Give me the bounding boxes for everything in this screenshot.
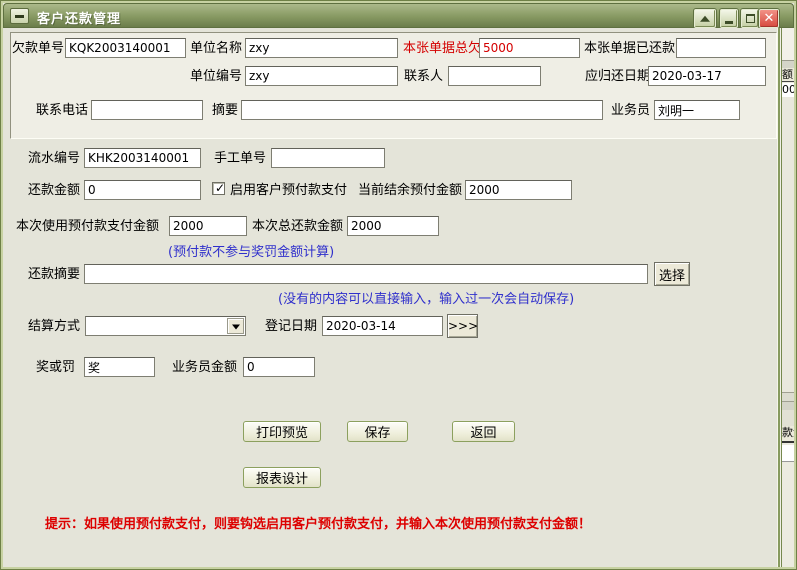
salesman-label: 业务员 (611, 104, 650, 118)
summary-input[interactable] (241, 100, 603, 120)
dropdown-button[interactable] (227, 318, 244, 334)
prepay-used-label: 本次使用预付款支付金额 (16, 220, 159, 234)
title-bar: 客户还款管理 ✕ (3, 3, 794, 28)
grid-fragment (782, 410, 794, 426)
serial-no-label: 流水编号 (28, 152, 80, 166)
phone-input[interactable] (91, 100, 203, 120)
serial-no-input[interactable] (84, 148, 201, 168)
grid-column-header: 额 (782, 68, 794, 82)
minimize-icon (725, 21, 733, 24)
reward-input[interactable] (84, 357, 155, 377)
total-repay-input[interactable] (347, 216, 439, 236)
due-date-input[interactable] (648, 66, 766, 86)
autosave-note: (没有的内容可以直接输入，输入过一次会自动保存) (278, 288, 574, 307)
contact-label: 联系人 (404, 70, 443, 84)
dash-glyph (15, 15, 24, 18)
system-menu-icon[interactable] (10, 8, 29, 24)
reward-label: 奖或罚 (36, 361, 75, 375)
contact-input[interactable] (448, 66, 541, 86)
settle-method-label: 结算方式 (28, 320, 80, 334)
repay-amount-input[interactable] (84, 180, 201, 200)
summary-label: 摘要 (212, 104, 238, 118)
grid-cell: 000 (782, 83, 794, 97)
unit-code-label: 单位编号 (190, 70, 242, 84)
debt-no-input[interactable] (65, 38, 186, 58)
unit-name-input[interactable] (245, 38, 398, 58)
unit-code-input[interactable] (245, 66, 398, 86)
maximize-button[interactable] (741, 9, 759, 28)
repay-summary-label: 还款摘要 (28, 268, 80, 282)
prepay-used-input[interactable] (169, 216, 247, 236)
unit-name-label: 单位名称 (190, 42, 242, 56)
phone-label: 联系电话 (36, 104, 88, 118)
close-button[interactable]: ✕ (759, 9, 779, 28)
repaid-input[interactable] (676, 38, 766, 58)
print-preview-button[interactable]: 打印预览 (243, 421, 321, 442)
repay-summary-input[interactable] (84, 264, 648, 284)
grid-fragment (782, 28, 794, 60)
save-button[interactable]: 保存 (347, 421, 408, 442)
minimize-button[interactable] (720, 9, 738, 28)
manual-no-label: 手工单号 (214, 152, 266, 166)
grid-column-header: 款金 (782, 426, 794, 443)
window-title: 客户还款管理 (37, 8, 121, 27)
triangle-up-icon (700, 15, 710, 21)
enable-prepay-checkbox[interactable]: ✓ (212, 182, 225, 195)
manual-no-input[interactable] (271, 148, 385, 168)
enable-prepay-label[interactable]: 启用客户预付款支付 (230, 184, 347, 198)
salesman-amount-input[interactable] (243, 357, 315, 377)
back-button[interactable]: 返回 (452, 421, 515, 442)
chevron-down-icon (232, 325, 240, 330)
prepay-note: (预付款不参与奖罚金额计算) (168, 241, 334, 260)
grid-fragment (782, 97, 794, 392)
grid-fragment (782, 60, 794, 68)
reg-date-label: 登记日期 (265, 320, 317, 334)
total-owed-input[interactable] (479, 38, 580, 58)
report-design-button[interactable]: 报表设计 (243, 467, 321, 488)
due-date-label: 应归还日期 (585, 70, 650, 84)
prepay-balance-label: 当前结余预付金额 (358, 184, 462, 198)
reg-date-input[interactable] (322, 316, 443, 336)
checkmark-icon: ✓ (215, 181, 225, 195)
select-summary-button[interactable]: 选择 (654, 262, 690, 286)
grid-fragment (782, 401, 794, 410)
clipped-background-grid: 额 000 款金 (782, 28, 794, 567)
maximize-icon (746, 14, 755, 23)
grid-cell (782, 445, 794, 462)
debt-no-label: 欠款单号 (12, 42, 64, 56)
date-picker-button[interactable]: >>> (447, 314, 478, 338)
repay-amount-label: 还款金额 (28, 184, 80, 198)
salesman-amount-label: 业务员金额 (172, 361, 237, 375)
grid-fragment (782, 463, 794, 567)
rollup-button[interactable] (694, 9, 716, 28)
total-repay-label: 本次总还款金额 (252, 220, 343, 234)
customer-repayment-dialog: 客户还款管理 ✕ 欠款单号 单位名称 本张单据总欠 本张单据已还款 单位编号 联… (0, 0, 797, 570)
grid-fragment (782, 392, 794, 401)
settle-method-select[interactable] (85, 316, 246, 336)
total-owed-label: 本张单据总欠 (403, 42, 481, 56)
salesman-input[interactable] (654, 100, 740, 120)
prepay-balance-input[interactable] (465, 180, 572, 200)
repaid-label: 本张单据已还款 (584, 42, 675, 56)
footer-hint: 提示：如果使用预付款支付，则要钩选启用客户预付款支付，并输入本次使用预付款支付金… (45, 513, 591, 532)
